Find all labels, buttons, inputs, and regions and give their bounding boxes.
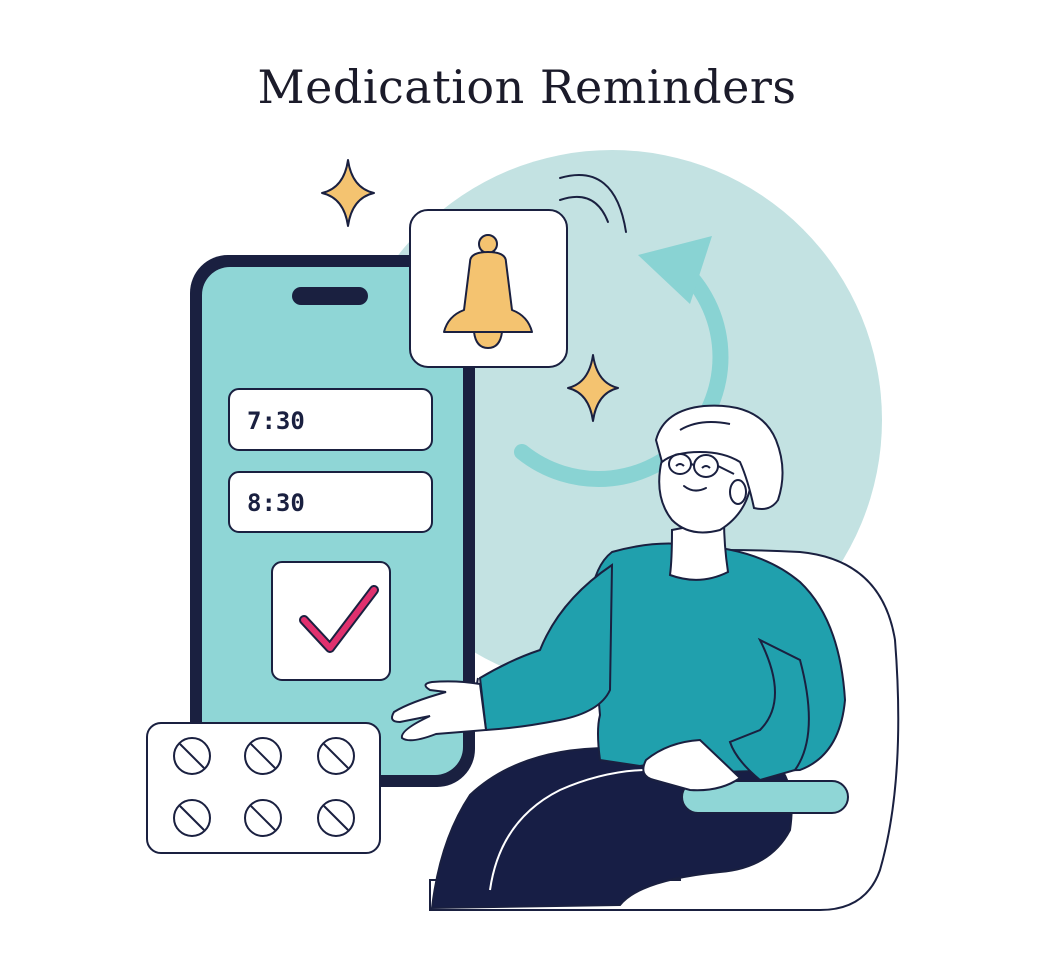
pill	[244, 799, 282, 837]
sparkle-icon	[321, 159, 375, 227]
reminder-card: 8:30	[228, 471, 433, 533]
pill-blister-icon	[146, 722, 381, 854]
pill	[173, 737, 211, 775]
checkbox	[271, 561, 391, 681]
reminder-time: 8:30	[247, 489, 305, 517]
reminder-time: 7:30	[247, 407, 305, 435]
phone-speaker	[292, 287, 368, 305]
pill	[317, 799, 355, 837]
illustration: 7:30 8:30	[146, 150, 900, 911]
pill	[244, 737, 282, 775]
notification-card	[409, 209, 568, 368]
reminder-card: 7:30	[228, 388, 433, 451]
pill	[317, 737, 355, 775]
pill	[173, 799, 211, 837]
